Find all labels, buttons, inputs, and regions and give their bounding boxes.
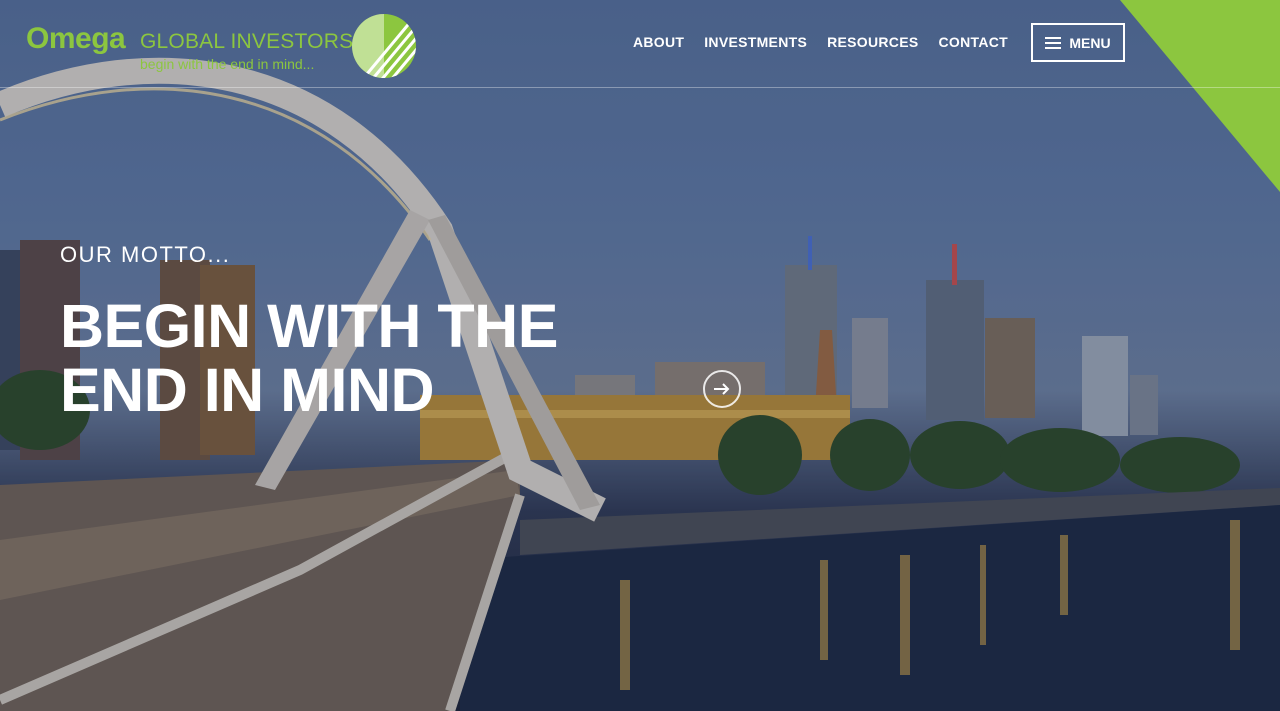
nav-item-investments[interactable]: INVESTMENTS	[704, 34, 807, 50]
arrow-right-icon	[714, 383, 730, 395]
site-logo[interactable]: Omega GLOBAL INVESTORS begin with the en…	[26, 14, 426, 80]
nav-item-resources[interactable]: RESOURCES	[827, 34, 918, 50]
nav-item-contact[interactable]: CONTACT	[939, 34, 1009, 50]
striped-circle-logo-icon	[352, 14, 416, 78]
logo-wordmark: Omega	[26, 22, 126, 55]
site-header: Omega GLOBAL INVESTORS begin with the en…	[0, 0, 1280, 88]
logo-subtitle: GLOBAL INVESTORS	[140, 30, 354, 53]
hero-headline: BEGIN WITH THE END IN MIND	[60, 292, 558, 424]
menu-button[interactable]: MENU	[1031, 23, 1125, 62]
main-nav: ABOUT INVESTMENTS RESOURCES CONTACT	[633, 34, 1008, 50]
logo-tagline: begin with the end in mind...	[140, 56, 315, 72]
nav-item-about[interactable]: ABOUT	[633, 34, 684, 50]
hamburger-icon	[1045, 36, 1062, 49]
next-slide-button[interactable]	[703, 370, 741, 408]
hero-eyebrow: OUR MOTTO...	[60, 242, 231, 267]
menu-label: MENU	[1069, 34, 1111, 51]
